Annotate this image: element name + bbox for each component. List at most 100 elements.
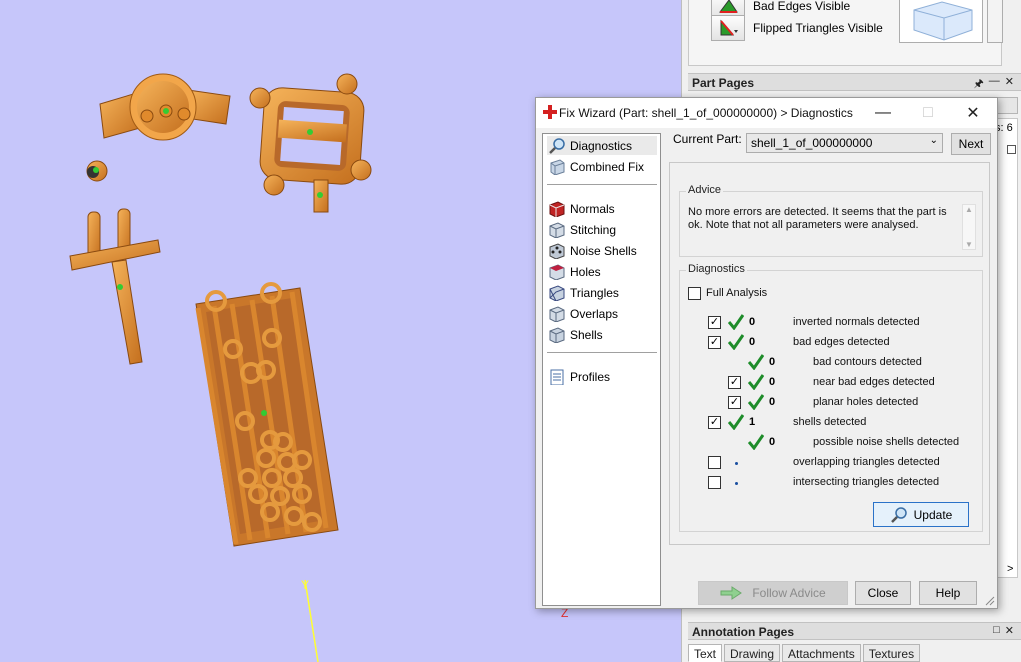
tab-textures[interactable]: Textures bbox=[862, 644, 921, 662]
y-axis-label: Y bbox=[301, 578, 310, 592]
current-part-value: shell_1_of_000000000 bbox=[751, 136, 873, 150]
current-part-select[interactable]: shell_1_of_000000000 ⌄ bbox=[746, 133, 943, 153]
update-label: Update bbox=[913, 507, 953, 522]
nav-item-overlaps[interactable]: Overlaps bbox=[547, 304, 657, 323]
next-button[interactable]: Next bbox=[951, 133, 991, 155]
nav-item-noise-shells[interactable]: Noise Shells bbox=[547, 241, 657, 260]
chevron-down-icon: ⌄ bbox=[929, 135, 938, 146]
nav-item-profiles[interactable]: Profiles bbox=[547, 367, 657, 386]
near-bad-edges-checkbox[interactable]: ✓ bbox=[728, 376, 741, 389]
advice-text: No more errors are detected. It seems th… bbox=[688, 206, 947, 231]
noise-shells-icon bbox=[549, 242, 565, 259]
nav-separator bbox=[547, 184, 657, 185]
close-button[interactable]: Close bbox=[855, 581, 911, 605]
not-run-dot-icon bbox=[735, 482, 738, 485]
float-icon[interactable]: — bbox=[989, 75, 1000, 94]
flipped-triangles-visible-row[interactable]: Flipped Triangles Visible bbox=[711, 15, 883, 41]
bad-contours-count: 0 bbox=[769, 356, 776, 368]
nav-item-shells[interactable]: Shells bbox=[547, 325, 657, 344]
nav-item-label: Stitching bbox=[570, 222, 617, 237]
tab-text[interactable]: Text bbox=[688, 644, 723, 662]
minimize-button[interactable]: — bbox=[861, 98, 905, 128]
shells-count: 1 bbox=[749, 416, 756, 428]
flipped-triangles-visible-label: Flipped Triangles Visible bbox=[753, 21, 883, 35]
part-pages-side-icon[interactable] bbox=[1007, 145, 1016, 154]
nav-item-stitching[interactable]: Stitching bbox=[547, 220, 657, 239]
overlapping-triangles-checkbox[interactable] bbox=[708, 456, 721, 469]
planar-holes-label: planar holes detected bbox=[813, 396, 919, 408]
nav-item-diagnostics[interactable]: Diagnostics bbox=[547, 136, 657, 155]
maximize-button[interactable]: □ bbox=[906, 98, 950, 128]
part-small-bead bbox=[86, 160, 108, 182]
part-ring-scalloped bbox=[99, 73, 231, 141]
tab-drawing[interactable]: Drawing bbox=[724, 644, 781, 662]
view-cube-preview[interactable] bbox=[899, 0, 983, 43]
combined-fix-icon bbox=[550, 158, 565, 175]
not-run-dot-icon bbox=[735, 462, 738, 465]
follow-advice-label: Follow Advice bbox=[752, 586, 826, 600]
nav-item-triangles[interactable]: Triangles bbox=[547, 283, 657, 302]
tab-attachments[interactable]: Attachments bbox=[782, 644, 861, 662]
float-icon[interactable]: □ bbox=[993, 624, 1000, 637]
scroll-up-icon[interactable]: ▲ bbox=[965, 205, 973, 214]
green-check-icon bbox=[728, 414, 744, 430]
nav-item-holes[interactable]: Holes bbox=[547, 262, 657, 281]
inverted-normals-label: inverted normals detected bbox=[793, 316, 920, 328]
advice-group: Advice No more errors are detected. It s… bbox=[679, 184, 983, 257]
profiles-document-icon bbox=[550, 369, 564, 385]
close-icon[interactable]: ✕ bbox=[1005, 75, 1014, 94]
triangles-cube-icon bbox=[549, 284, 565, 301]
flipped-triangles-icon[interactable] bbox=[711, 15, 745, 41]
resize-grip-icon[interactable] bbox=[985, 596, 995, 606]
full-analysis-checkbox[interactable] bbox=[688, 287, 701, 300]
part-chain-basket bbox=[195, 282, 339, 547]
dialog-titlebar[interactable]: Fix Wizard (Part: shell_1_of_000000000) … bbox=[536, 98, 997, 128]
update-button[interactable]: Update bbox=[873, 502, 969, 527]
advice-scrollbar[interactable]: ▲ ▼ bbox=[962, 204, 976, 250]
stitching-cube-icon bbox=[549, 221, 565, 238]
fix-wizard-dialog: Fix Wizard (Part: shell_1_of_000000000) … bbox=[535, 97, 998, 609]
nav-item-label: Profiles bbox=[570, 369, 611, 384]
annotation-pages-header: Annotation Pages □ ✕ bbox=[688, 622, 1021, 640]
follow-advice-button[interactable]: Follow Advice bbox=[698, 581, 848, 605]
bad-edges-checkbox[interactable]: ✓ bbox=[708, 336, 721, 349]
part-pages-title: Part Pages bbox=[692, 76, 755, 90]
scroll-down-icon[interactable]: ▼ bbox=[965, 240, 973, 249]
bad-contours-label: bad contours detected bbox=[813, 356, 922, 368]
nav-item-combined-fix[interactable]: Combined Fix bbox=[547, 157, 657, 176]
nav-item-label: Holes bbox=[570, 264, 601, 279]
nav-item-label: Overlaps bbox=[570, 306, 619, 321]
part-pages-header: Part Pages 🖈 — ✕ bbox=[688, 73, 1021, 91]
part-square-frame bbox=[249, 73, 372, 213]
pin-icon[interactable]: 🖈 bbox=[974, 75, 984, 94]
part-t-bar bbox=[69, 208, 161, 365]
annotation-tabs: Text Drawing Attachments Textures bbox=[688, 644, 921, 662]
magnifier-icon bbox=[549, 137, 565, 154]
inverted-normals-checkbox[interactable]: ✓ bbox=[708, 316, 721, 329]
part-pages-scroll-arrow[interactable]: > bbox=[1007, 563, 1013, 575]
visibility-options: Bad Edges Visible Flipped Triangles Visi… bbox=[688, 0, 1003, 66]
intersecting-triangles-checkbox[interactable] bbox=[708, 476, 721, 489]
bad-edges-label: bad edges detected bbox=[793, 336, 890, 348]
nav-item-normals[interactable]: Normals bbox=[547, 199, 657, 218]
diagnostics-group: Diagnostics Full Analysis ✓ 0 inverted n… bbox=[679, 263, 983, 532]
nav-separator bbox=[547, 352, 657, 353]
nav-item-label: Noise Shells bbox=[570, 243, 637, 258]
help-button[interactable]: Help bbox=[919, 581, 977, 605]
nav-item-label: Combined Fix bbox=[570, 159, 645, 174]
nav-item-label: Diagnostics bbox=[570, 138, 633, 153]
green-check-icon bbox=[748, 394, 764, 410]
green-check-icon bbox=[748, 374, 764, 390]
noise-shells-count: 0 bbox=[769, 436, 776, 448]
close-icon[interactable]: ✕ bbox=[1005, 624, 1014, 637]
full-analysis-label: Full Analysis bbox=[706, 287, 768, 299]
diagnostics-title: Diagnostics bbox=[686, 263, 747, 275]
y-axis-line bbox=[304, 579, 319, 662]
planar-holes-checkbox[interactable]: ✓ bbox=[728, 396, 741, 409]
wizard-nav-list: Diagnostics Combined Fix Normals Stitchi… bbox=[542, 133, 661, 606]
visibility-scroll[interactable] bbox=[987, 0, 1003, 43]
nav-item-label: Normals bbox=[570, 201, 615, 216]
close-window-button[interactable]: ✕ bbox=[951, 98, 995, 128]
green-check-icon bbox=[748, 354, 764, 370]
shells-checkbox[interactable]: ✓ bbox=[708, 416, 721, 429]
